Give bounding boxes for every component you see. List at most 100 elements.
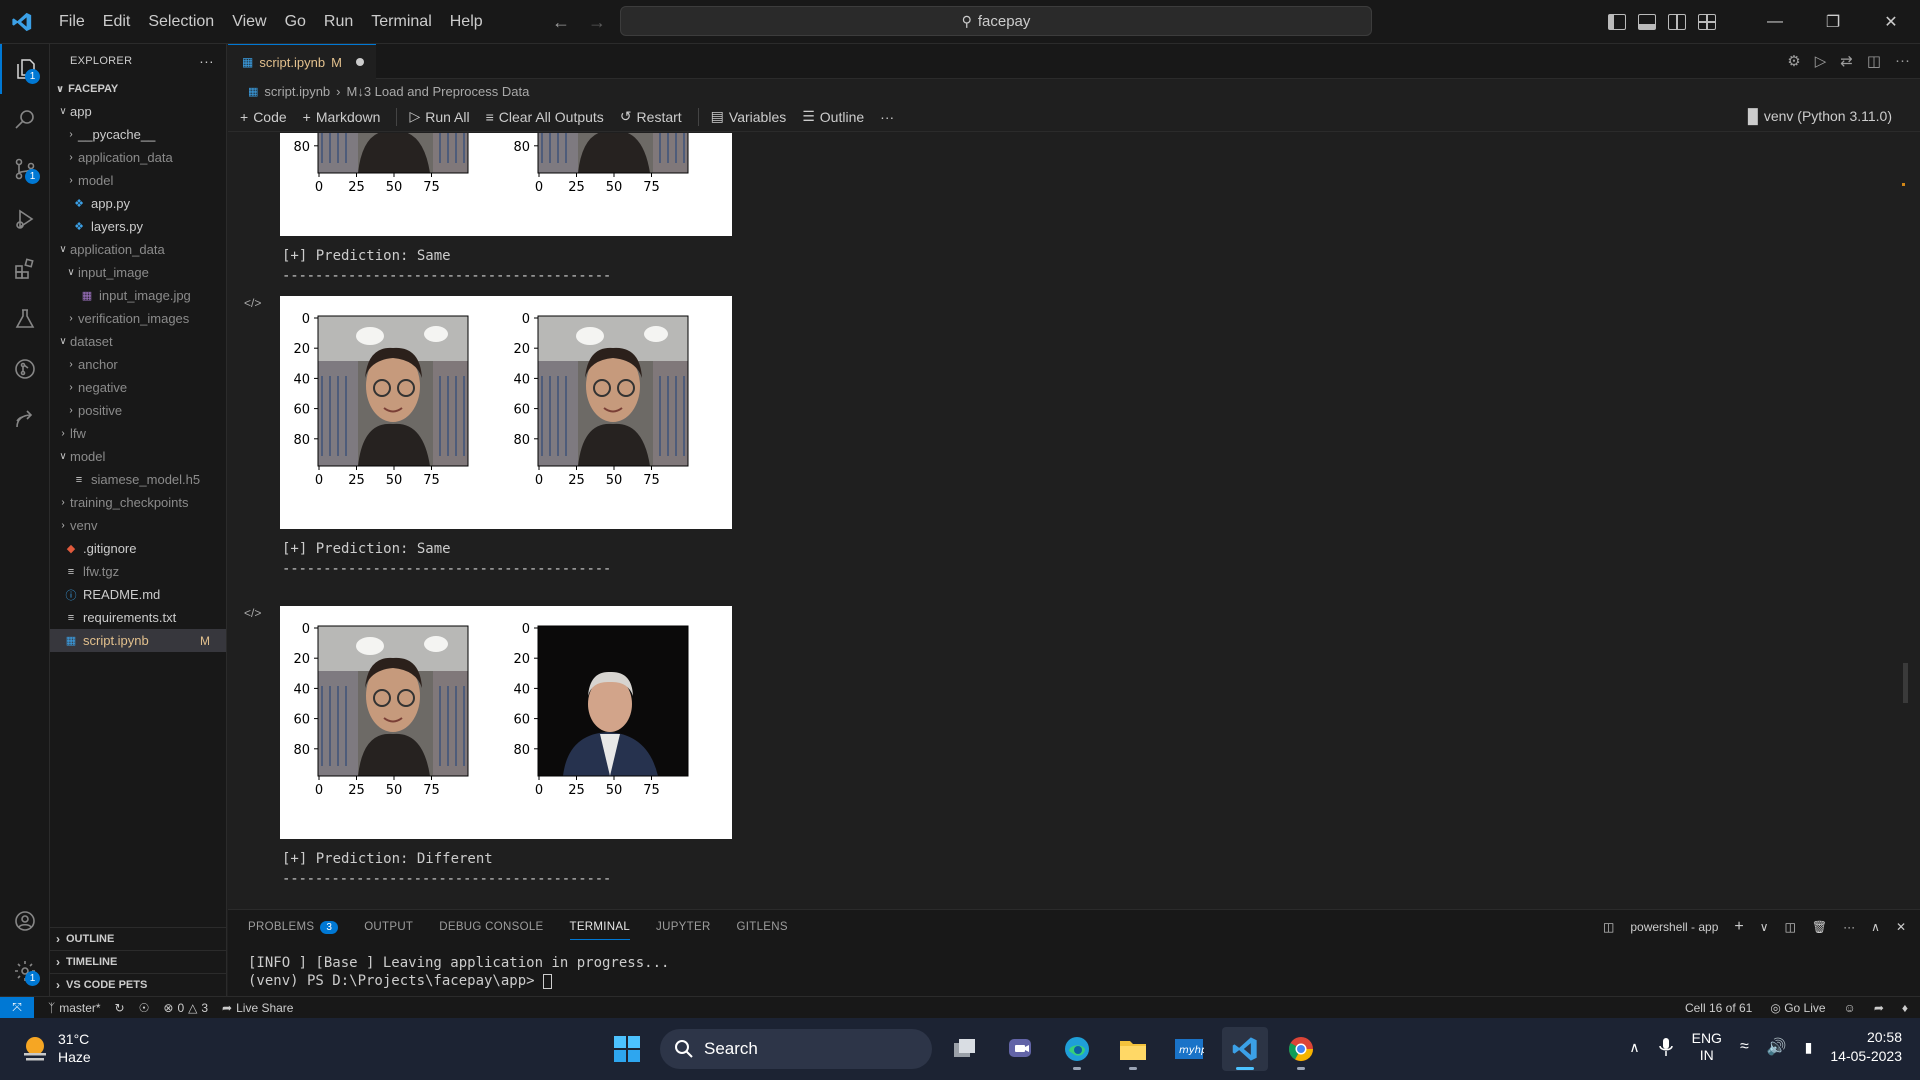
panel-tab-gitlens[interactable]: GITLENS [737, 910, 788, 944]
gitlens-icon[interactable] [0, 344, 50, 394]
sidebar-section[interactable]: › VS CODE PETS [50, 973, 227, 996]
settings-gear-icon[interactable]: ⚙ [1787, 52, 1800, 70]
taskbar-search[interactable]: Search [660, 1029, 932, 1069]
file-explorer-icon[interactable] [1110, 1027, 1156, 1071]
notifications-bell-icon[interactable]: ♦ [1902, 1001, 1908, 1015]
microphone-icon[interactable] [1658, 1036, 1674, 1058]
wifi-icon[interactable]: ≈ [1740, 1038, 1749, 1056]
menu-item-selection[interactable]: Selection [139, 0, 223, 44]
language-indicator[interactable]: ENG IN [1692, 1030, 1722, 1064]
tree-item[interactable]: ∨ app [50, 100, 226, 123]
toggle-panel-icon[interactable] [1638, 14, 1656, 30]
clock[interactable]: 20:58 14-05-2023 [1830, 1028, 1902, 1066]
tree-item[interactable]: ▦ script.ipynb M [50, 629, 226, 652]
run-all-button[interactable]: ▷ Run All [409, 108, 469, 125]
live-share-icon[interactable] [0, 394, 50, 444]
teams-chat-icon[interactable] [998, 1027, 1044, 1071]
tree-item[interactable]: › model [50, 169, 226, 192]
menu-item-terminal[interactable]: Terminal [362, 0, 440, 44]
tree-item[interactable]: › training_checkpoints [50, 491, 226, 514]
back-arrow-icon[interactable]: ← [552, 12, 570, 33]
toolbar-more-button[interactable]: ··· [880, 109, 894, 125]
tree-item[interactable]: › positive [50, 399, 226, 422]
tree-item[interactable]: › application_data [50, 146, 226, 169]
workspace-root[interactable]: ∨ FACEPAY [50, 78, 226, 100]
output-code-icon[interactable]: </> [244, 296, 261, 310]
menu-item-go[interactable]: Go [276, 0, 315, 44]
panel-tab-debug-console[interactable]: DEBUG CONSOLE [439, 910, 543, 944]
chrome-icon[interactable] [1278, 1027, 1324, 1071]
tree-item[interactable]: ≡ lfw.tgz [50, 560, 226, 583]
battery-icon[interactable]: ▮ [1805, 1039, 1813, 1056]
tree-item[interactable]: › lfw [50, 422, 226, 445]
myhp-icon[interactable]: myhp [1166, 1027, 1212, 1071]
menu-item-file[interactable]: File [50, 0, 94, 44]
output-code-icon[interactable]: </> [244, 606, 261, 620]
more-icon[interactable]: ··· [1843, 920, 1855, 934]
new-terminal-icon[interactable]: + [1734, 918, 1743, 936]
tree-item[interactable]: ∨ application_data [50, 238, 226, 261]
terminal-name[interactable]: powershell - app [1630, 920, 1718, 934]
manage-gear-icon[interactable]: 1 [0, 946, 50, 996]
testing-icon[interactable] [0, 294, 50, 344]
trash-icon[interactable]: 🗑 [1812, 920, 1827, 934]
overview-ruler[interactable] [1894, 133, 1908, 908]
clear-all-outputs-button[interactable]: ≡ Clear All Outputs [486, 109, 604, 125]
tree-item[interactable]: › verification_images [50, 307, 226, 330]
run-icon[interactable]: ▷ [1815, 52, 1827, 70]
toggle-secondary-sidebar-icon[interactable] [1668, 14, 1686, 30]
sidebar-section[interactable]: › TIMELINE [50, 950, 227, 973]
remote-indicator-icon[interactable]: ⤧ [0, 996, 34, 1019]
panel-tab-terminal[interactable]: TERMINAL [569, 910, 631, 944]
search-icon[interactable] [0, 94, 50, 144]
problems-indicator[interactable]: ⊗ 0 △ 3 [163, 1001, 208, 1015]
more-actions-icon[interactable]: ··· [199, 53, 214, 69]
feedback-icon[interactable]: ☺ [1844, 1001, 1856, 1015]
close-window-button[interactable]: ✕ [1862, 0, 1920, 44]
branch-indicator[interactable]: ᛉ master* [48, 1001, 101, 1015]
gitlens-status[interactable]: ☉ [139, 1001, 150, 1015]
forward-arrow-icon[interactable]: → [588, 12, 606, 33]
tree-item[interactable]: ∨ dataset [50, 330, 226, 353]
tree-item[interactable]: ❖ layers.py [50, 215, 226, 238]
menu-item-help[interactable]: Help [441, 0, 492, 44]
accounts-icon[interactable] [0, 896, 50, 946]
compare-icon[interactable]: ⇄ [1840, 52, 1853, 70]
chevron-down-icon[interactable]: ∨ [1760, 920, 1769, 934]
go-live-button[interactable]: ◎ Go Live [1770, 1001, 1825, 1015]
tree-item[interactable]: ⓘ README.md [50, 583, 226, 606]
start-button[interactable] [604, 1027, 650, 1071]
tab-script-ipynb[interactable]: ▦ script.ipynb M [228, 44, 376, 79]
more-icon[interactable]: ··· [1895, 52, 1910, 70]
tree-item[interactable]: › venv [50, 514, 226, 537]
sync-button[interactable]: ↻ [115, 1001, 125, 1015]
restart-button[interactable]: ↺ Restart [620, 108, 682, 125]
weather-widget[interactable]: 31°C Haze [20, 1030, 91, 1066]
tree-item[interactable]: › __pycache__ [50, 123, 226, 146]
kernel-picker[interactable]: █ venv (Python 3.11.0) [1748, 108, 1892, 124]
panel-tab-jupyter[interactable]: JUPYTER [656, 910, 711, 944]
tree-item[interactable]: › anchor [50, 353, 226, 376]
source-control-icon[interactable]: 1 [0, 144, 50, 194]
split-editor-icon[interactable]: ◫ [1867, 52, 1881, 70]
tree-item[interactable]: ∨ input_image [50, 261, 226, 284]
unsaved-dot-icon[interactable] [355, 58, 364, 66]
panel-tab-problems[interactable]: PROBLEMS 3 [248, 910, 339, 944]
extensions-icon[interactable] [0, 244, 50, 294]
tree-item[interactable]: ∨ model [50, 445, 226, 468]
sidebar-section[interactable]: › OUTLINE [50, 927, 227, 950]
menu-item-run[interactable]: Run [315, 0, 362, 44]
tree-item[interactable]: ◆ .gitignore [50, 537, 226, 560]
customize-layout-icon[interactable] [1698, 14, 1716, 30]
tree-item[interactable]: ≡ requirements.txt [50, 606, 226, 629]
restore-button[interactable]: ❐ [1804, 0, 1862, 44]
add-code-cell-button[interactable]: + Code [240, 109, 287, 125]
terminal-output[interactable]: [INFO ] [Base ] Leaving application in p… [228, 954, 1920, 990]
toggle-primary-sidebar-icon[interactable] [1608, 14, 1626, 30]
vscode-taskbar-icon[interactable] [1222, 1027, 1268, 1071]
tree-item[interactable]: ❖ app.py [50, 192, 226, 215]
explorer-icon[interactable]: 1 [0, 44, 50, 94]
run-debug-icon[interactable] [0, 194, 50, 244]
command-center[interactable]: ⚲ facepay [620, 6, 1372, 36]
menu-item-edit[interactable]: Edit [94, 0, 140, 44]
